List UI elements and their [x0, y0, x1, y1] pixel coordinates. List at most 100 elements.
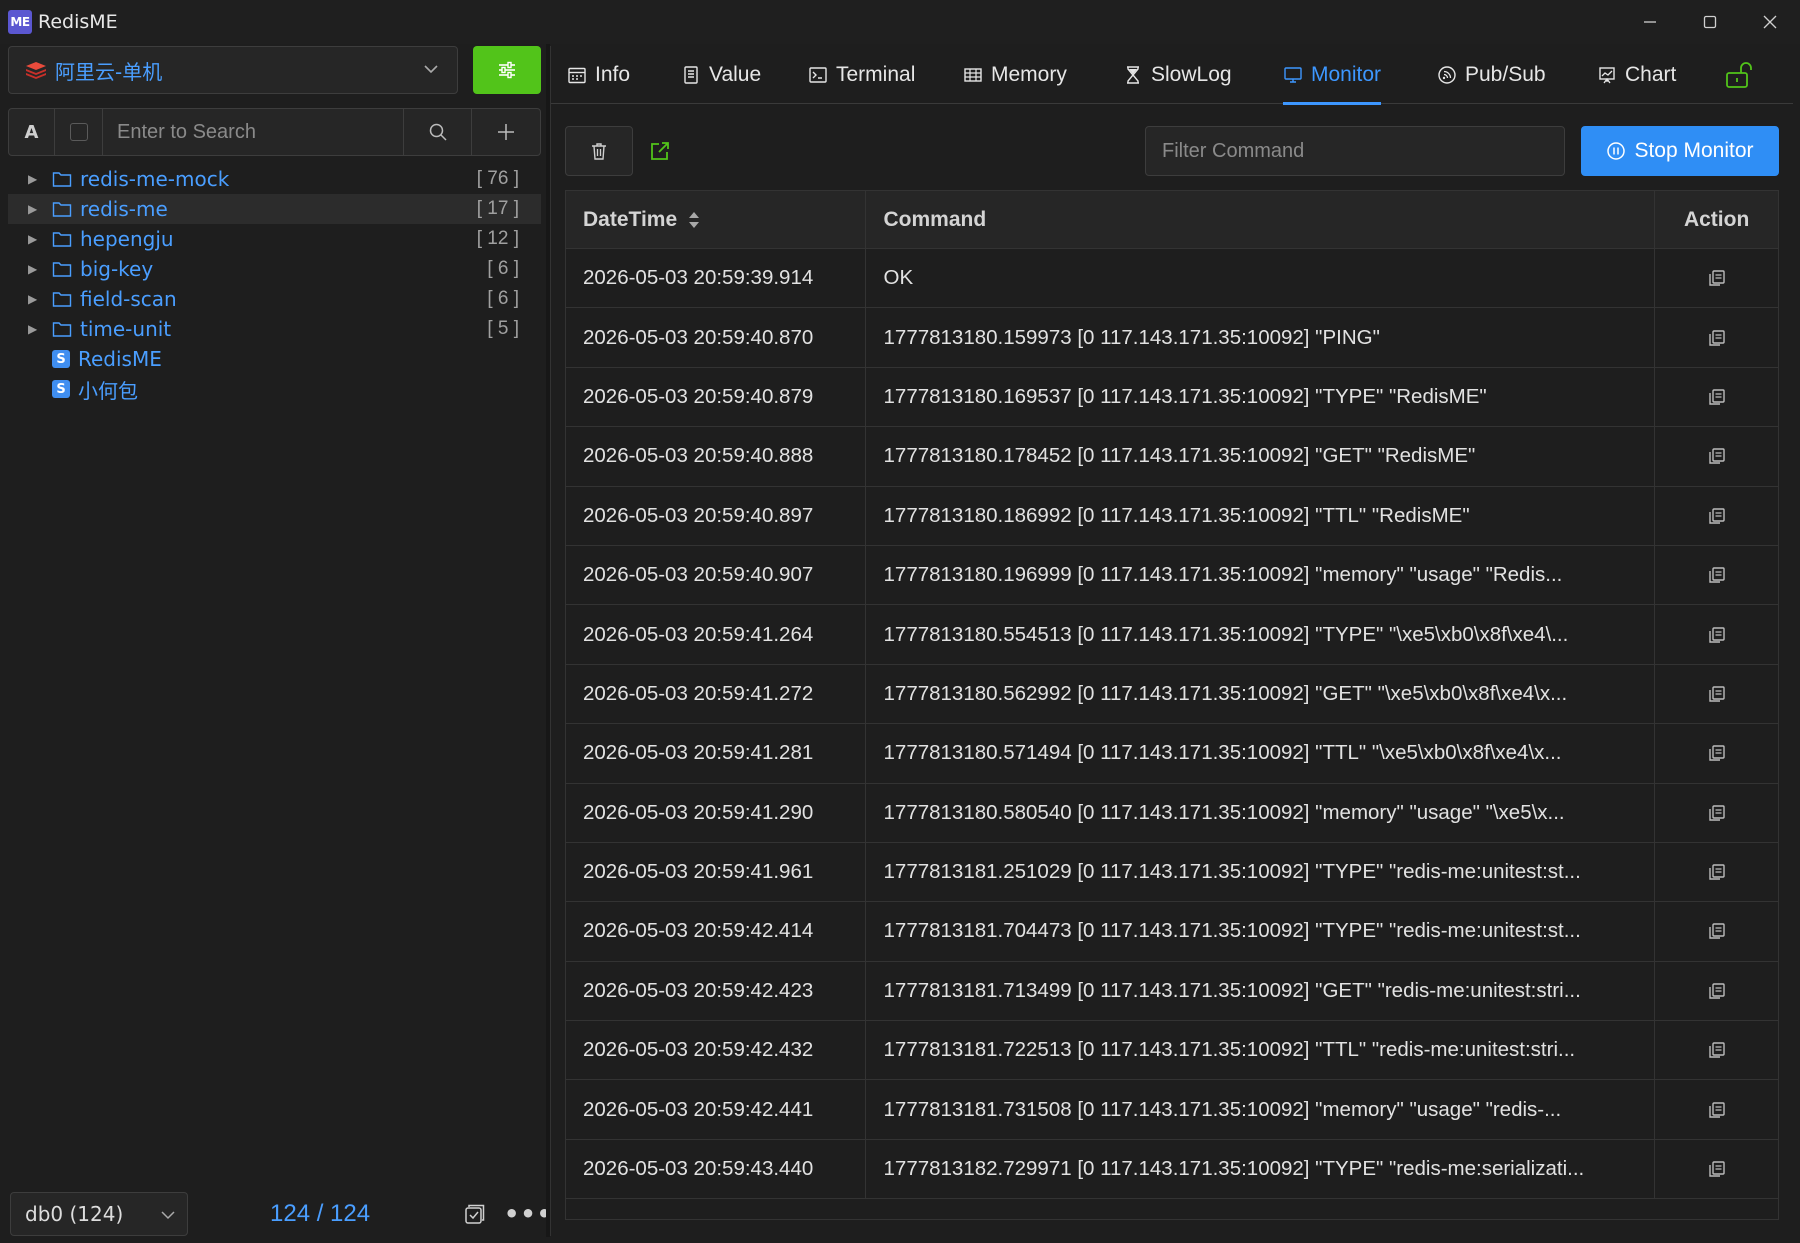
cell-command: 1777813181.251029 [0 117.143.171.35:1009…: [866, 842, 1656, 902]
tree-folder-item[interactable]: ▶ redis-me-mock [ 76 ]: [8, 164, 541, 194]
copy-button[interactable]: [1707, 506, 1727, 526]
column-header-action: Action: [1655, 191, 1778, 248]
add-key-button[interactable]: [472, 109, 540, 155]
tab-terminal[interactable]: Terminal: [808, 46, 915, 104]
stop-monitor-button[interactable]: Stop Monitor: [1581, 126, 1779, 176]
cell-action: [1655, 1021, 1778, 1079]
tab-pubsub[interactable]: Pub/Sub: [1437, 46, 1546, 104]
copy-button[interactable]: [1707, 684, 1727, 704]
copy-button[interactable]: [1707, 328, 1727, 348]
string-type-icon: S: [52, 380, 70, 398]
cell-datetime: 2026-05-03 20:59:42.414: [566, 902, 866, 961]
maximize-icon: [1703, 15, 1717, 29]
tree-folder-item[interactable]: ▶ field-scan [ 6 ]: [8, 284, 541, 314]
tab-memory[interactable]: Memory: [963, 46, 1067, 104]
column-header-command: Command: [866, 191, 1656, 248]
trash-icon: [592, 143, 606, 160]
caret-right-icon[interactable]: ▶: [28, 232, 40, 246]
tree-folder-item[interactable]: ▶ hepengju [ 12 ]: [8, 224, 541, 254]
close-button[interactable]: [1740, 0, 1800, 44]
caret-right-icon[interactable]: ▶: [28, 172, 40, 186]
key-search-bar: A: [8, 108, 541, 156]
caret-right-icon[interactable]: ▶: [28, 322, 40, 336]
cell-action: [1655, 843, 1778, 901]
datetime-text: 2026-05-03 20:59:40.897: [583, 503, 814, 527]
tab-slowlog[interactable]: SlowLog: [1123, 46, 1232, 104]
copy-icon: [1708, 567, 1725, 583]
database-select[interactable]: db0 (124): [10, 1192, 188, 1236]
cell-command: 1777813182.729971 [0 117.143.171.35:1009…: [866, 1139, 1656, 1199]
table-row: 2026-05-03 20:59:40.907 1777813180.196999…: [566, 545, 1778, 606]
tree-item-label: redis-me: [80, 197, 168, 221]
tab-monitor[interactable]: Monitor: [1283, 46, 1382, 105]
app-title: RedisME: [38, 11, 118, 33]
tab-chart[interactable]: Chart: [1597, 46, 1676, 104]
copy-button[interactable]: [1707, 565, 1727, 585]
tree-key-item[interactable]: S 小何包: [8, 374, 541, 404]
table-row: 2026-05-03 20:59:40.870 1777813180.159973…: [566, 308, 1778, 368]
copy-button[interactable]: [1707, 1159, 1727, 1179]
search-button[interactable]: [404, 109, 472, 155]
tab-value[interactable]: Value: [681, 46, 761, 104]
command-text: 1777813181.704473 [0 117.143.171.35:1009…: [883, 919, 1581, 943]
clear-button[interactable]: [565, 126, 633, 176]
key-count: 124 / 124: [270, 1200, 371, 1227]
title-bar: ME RedisME: [0, 0, 1800, 44]
cell-command: 1777813181.704473 [0 117.143.171.35:1009…: [866, 902, 1656, 961]
copy-button[interactable]: [1707, 921, 1727, 941]
cell-command: 1777813180.571494 [0 117.143.171.35:1009…: [866, 724, 1656, 783]
key-sidebar: 阿里云-单机 A ▶ redis-me-mock: [8, 44, 552, 1237]
tree-folder-item[interactable]: ▶ big-key [ 6 ]: [8, 254, 541, 284]
string-type-icon: S: [52, 350, 70, 368]
search-input[interactable]: [117, 120, 403, 144]
table-row: 2026-05-03 20:59:40.888 1777813180.178452…: [566, 427, 1778, 487]
tree-folder-item[interactable]: ▶ redis-me [ 17 ]: [8, 194, 541, 224]
copy-button[interactable]: [1707, 743, 1727, 763]
table-row: 2026-05-03 20:59:43.440 1777813182.729971…: [566, 1139, 1778, 1200]
connection-settings-button[interactable]: [473, 46, 541, 94]
copy-button[interactable]: [1707, 268, 1727, 288]
caret-right-icon[interactable]: ▶: [28, 262, 40, 276]
caret-right-icon[interactable]: ▶: [28, 202, 40, 216]
command-text: 1777813181.731508 [0 117.143.171.35:1009…: [883, 1097, 1562, 1121]
table-row: 2026-05-03 20:59:39.914 OK: [566, 249, 1778, 309]
copy-button[interactable]: [1707, 1100, 1727, 1120]
case-sensitive-toggle[interactable]: A: [9, 109, 55, 155]
terminal-icon: [809, 67, 827, 83]
copy-button[interactable]: [1707, 803, 1727, 823]
cell-command: 1777813180.159973 [0 117.143.171.35:1009…: [866, 308, 1656, 367]
copy-button[interactable]: [1707, 862, 1727, 882]
table-header: DateTime Command Action: [566, 191, 1778, 249]
datetime-text: 2026-05-03 20:59:43.440: [583, 1157, 814, 1181]
tab-info[interactable]: Info: [567, 46, 630, 104]
table-body: 2026-05-03 20:59:39.914 OK 2026-05-03 20:5…: [566, 249, 1778, 1200]
copy-button[interactable]: [1707, 981, 1727, 1001]
connection-select[interactable]: 阿里云-单机: [8, 46, 458, 94]
copy-button[interactable]: [1707, 446, 1727, 466]
sort-icon[interactable]: [687, 210, 701, 230]
app-logo-icon: ME: [8, 10, 32, 34]
filter-command-input[interactable]: [1145, 126, 1565, 176]
copy-button[interactable]: [1707, 625, 1727, 645]
chevron-down-icon: [424, 65, 438, 74]
cell-datetime: 2026-05-03 20:59:40.907: [566, 545, 866, 605]
multi-select-icon[interactable]: [464, 1203, 486, 1225]
maximize-button[interactable]: [1680, 0, 1740, 44]
unlock-icon[interactable]: [1723, 60, 1753, 90]
tree-folder-item[interactable]: ▶ time-unit [ 5 ]: [8, 314, 541, 344]
tree-key-item[interactable]: S RedisME: [8, 344, 541, 374]
select-all-checkbox[interactable]: [55, 109, 103, 155]
caret-right-icon[interactable]: ▶: [28, 292, 40, 306]
minimize-button[interactable]: [1620, 0, 1680, 44]
copy-button[interactable]: [1707, 1040, 1727, 1060]
command-text: OK: [883, 266, 914, 290]
minimize-icon: [1644, 21, 1656, 23]
command-text: 1777813181.722513 [0 117.143.171.35:1009…: [883, 1038, 1576, 1062]
cell-action: [1655, 902, 1778, 960]
copy-button[interactable]: [1707, 387, 1727, 407]
cell-datetime: 2026-05-03 20:59:40.879: [566, 367, 866, 427]
column-header-datetime[interactable]: DateTime: [566, 191, 866, 248]
datetime-text: 2026-05-03 20:59:40.870: [583, 325, 814, 349]
open-external-icon[interactable]: [649, 140, 671, 162]
chart-icon: [1599, 67, 1615, 84]
